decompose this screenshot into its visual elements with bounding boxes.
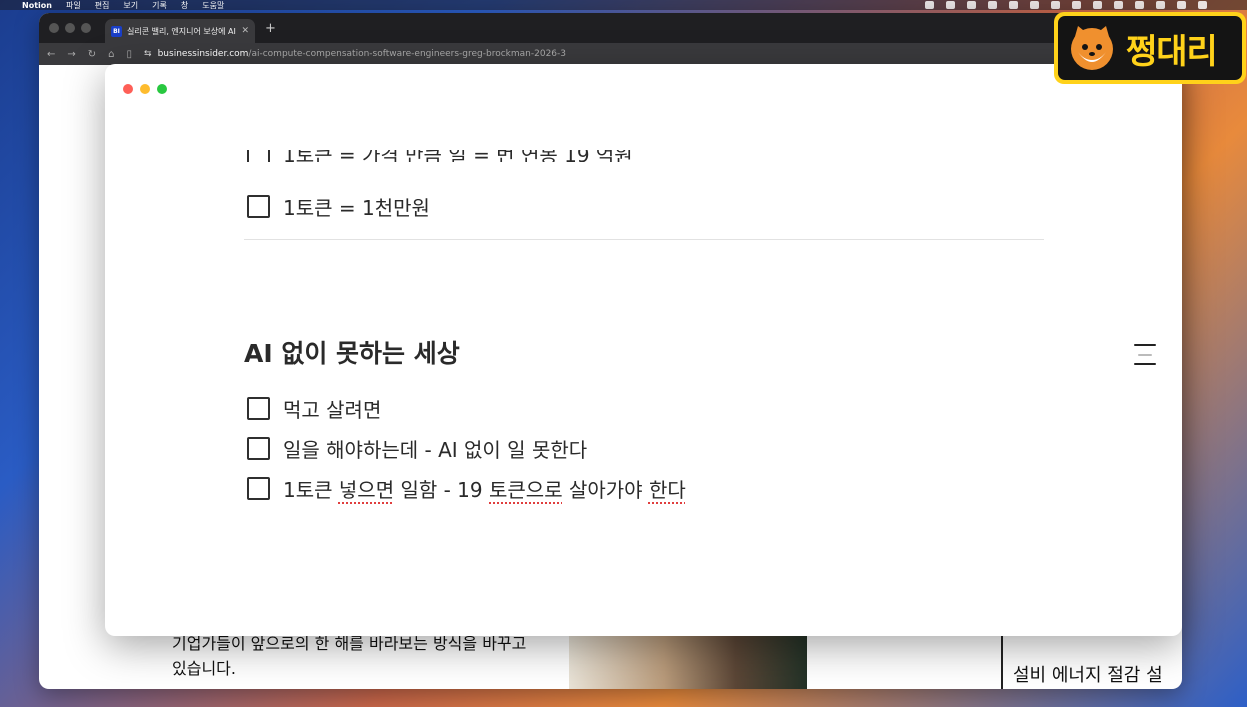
todo-item-partial: 1토큰 = 가격 만큼 일 = 번 연봉 19 억원 [247, 150, 747, 162]
browser-tab-bar: BI 실리콘 밸리, 엔지니어 보상에 AI 컴 ✕ + [39, 13, 1182, 43]
notion-zoom-button[interactable] [157, 84, 167, 94]
spellcheck-word: 넣으면 [338, 478, 395, 502]
todo-checkbox[interactable] [247, 437, 270, 460]
todo-text[interactable]: 1토큰 넣으면 일함 - 19 토큰으로 살아가야 한다 [283, 474, 686, 503]
todo-checkbox[interactable] [247, 195, 270, 218]
url-host: businessinsider.com [157, 49, 249, 59]
menu-item-edit[interactable]: 편집 [95, 0, 110, 10]
browser-zoom-button[interactable] [81, 23, 91, 33]
tray-app-icon[interactable] [1135, 1, 1144, 9]
browser-tab-title: 실리콘 밸리, 엔지니어 보상에 AI 컴 [127, 26, 237, 36]
menu-item-window[interactable]: 창 [181, 0, 188, 10]
status-tray [925, 0, 1207, 10]
todo-checkbox[interactable] [247, 477, 270, 500]
channel-badge: 쩡대리 [1054, 12, 1246, 84]
article-sidebar-headline[interactable]: 설비 에너지 절감 설 [1013, 661, 1163, 687]
tray-app-icon[interactable] [1009, 1, 1018, 9]
businessinsider-favicon-icon: BI [111, 25, 122, 37]
todo-checkbox[interactable] [247, 397, 270, 420]
notion-window-controls [123, 84, 167, 94]
reload-icon[interactable]: ↻ [88, 49, 96, 60]
menu-item-history[interactable]: 기록 [152, 0, 167, 10]
notion-window: 1토큰 = 가격 만큼 일 = 번 연봉 19 억원 1토큰 = 1천만원 AI… [105, 64, 1182, 636]
todo-item: 1토큰 = 1천만원 [247, 192, 430, 221]
site-settings-icon[interactable]: ⇆ [144, 49, 152, 59]
shiba-mascot-icon [1071, 26, 1113, 70]
tray-app-icon[interactable] [1177, 1, 1186, 9]
todo-text[interactable]: 일을 해야하는데 - AI 없이 일 못한다 [283, 434, 587, 463]
forward-icon[interactable]: → [67, 49, 75, 60]
back-icon[interactable]: ← [47, 49, 55, 60]
todo-text-part: 살아가야 [562, 478, 649, 502]
new-tab-icon[interactable]: + [265, 21, 276, 36]
tray-app-icon[interactable] [1051, 1, 1060, 9]
article-text-snippet: 기업가들이 앞으로의 한 해를 바라보는 방식을 바꾸고 있습니다. [172, 634, 527, 678]
menu-item-view[interactable]: 보기 [123, 0, 138, 10]
browser-close-button[interactable] [49, 23, 59, 33]
notion-close-button[interactable] [123, 84, 133, 94]
tray-app-icon[interactable] [1114, 1, 1123, 9]
sidebar-icon[interactable]: ▯ [127, 49, 133, 60]
browser-address-bar: ← → ↻ ⌂ ▯ ⇆ businessinsider.com/ai-compu… [39, 43, 1182, 65]
divider [244, 239, 1044, 240]
tray-app-icon[interactable] [1072, 1, 1081, 9]
close-tab-icon[interactable]: ✕ [241, 26, 249, 36]
tray-app-icon[interactable] [967, 1, 976, 9]
todo-checkbox[interactable] [247, 150, 270, 162]
spellcheck-word: 토큰으로 [489, 478, 563, 502]
spellcheck-word: 한다 [648, 478, 686, 502]
tray-app-icon[interactable] [1156, 1, 1165, 9]
todo-item: 1토큰 넣으면 일함 - 19 토큰으로 살아가야 한다 [247, 474, 686, 503]
menu-app-name[interactable]: Notion [22, 1, 52, 10]
todo-text[interactable]: 1토큰 = 1천만원 [283, 192, 430, 221]
notion-minimize-button[interactable] [140, 84, 150, 94]
todo-text-part: 일함 - 19 [394, 478, 489, 502]
url-path: /ai-compute-compensation-software-engine… [248, 49, 567, 59]
tray-app-icon[interactable] [925, 1, 934, 9]
menu-item-help[interactable]: 도움말 [202, 0, 224, 10]
menu-bar: Notion 파일 편집 보기 기록 창 도움말 [0, 0, 1247, 10]
browser-tab[interactable]: BI 실리콘 밸리, 엔지니어 보상에 AI 컴 ✕ [105, 19, 255, 43]
url-field[interactable]: ⇆ businessinsider.com/ai-compute-compens… [144, 49, 1071, 59]
section-heading[interactable]: AI 없이 못하는 세상 [244, 334, 460, 370]
tray-app-icon[interactable] [1198, 1, 1207, 9]
menu-item-file[interactable]: 파일 [66, 0, 81, 10]
todo-item: 먹고 살려면 [247, 394, 381, 423]
browser-minimize-button[interactable] [65, 23, 75, 33]
table-of-contents-icon[interactable] [1134, 344, 1156, 368]
tray-app-icon[interactable] [988, 1, 997, 9]
browser-window-controls [49, 23, 91, 33]
home-icon[interactable]: ⌂ [108, 49, 114, 60]
tray-app-icon[interactable] [1030, 1, 1039, 9]
tray-app-icon[interactable] [1093, 1, 1102, 9]
todo-item: 일을 해야하는데 - AI 없이 일 못한다 [247, 434, 587, 463]
channel-name: 쩡대리 [1126, 31, 1218, 72]
todo-text-part: 1토큰 [283, 478, 339, 502]
todo-text[interactable]: 먹고 살려면 [283, 394, 381, 423]
todo-text: 1토큰 = 가격 만큼 일 = 번 연봉 19 억원 [283, 150, 633, 162]
tray-app-icon[interactable] [946, 1, 955, 9]
channel-badge-inner: 쩡대리 [1058, 16, 1242, 80]
